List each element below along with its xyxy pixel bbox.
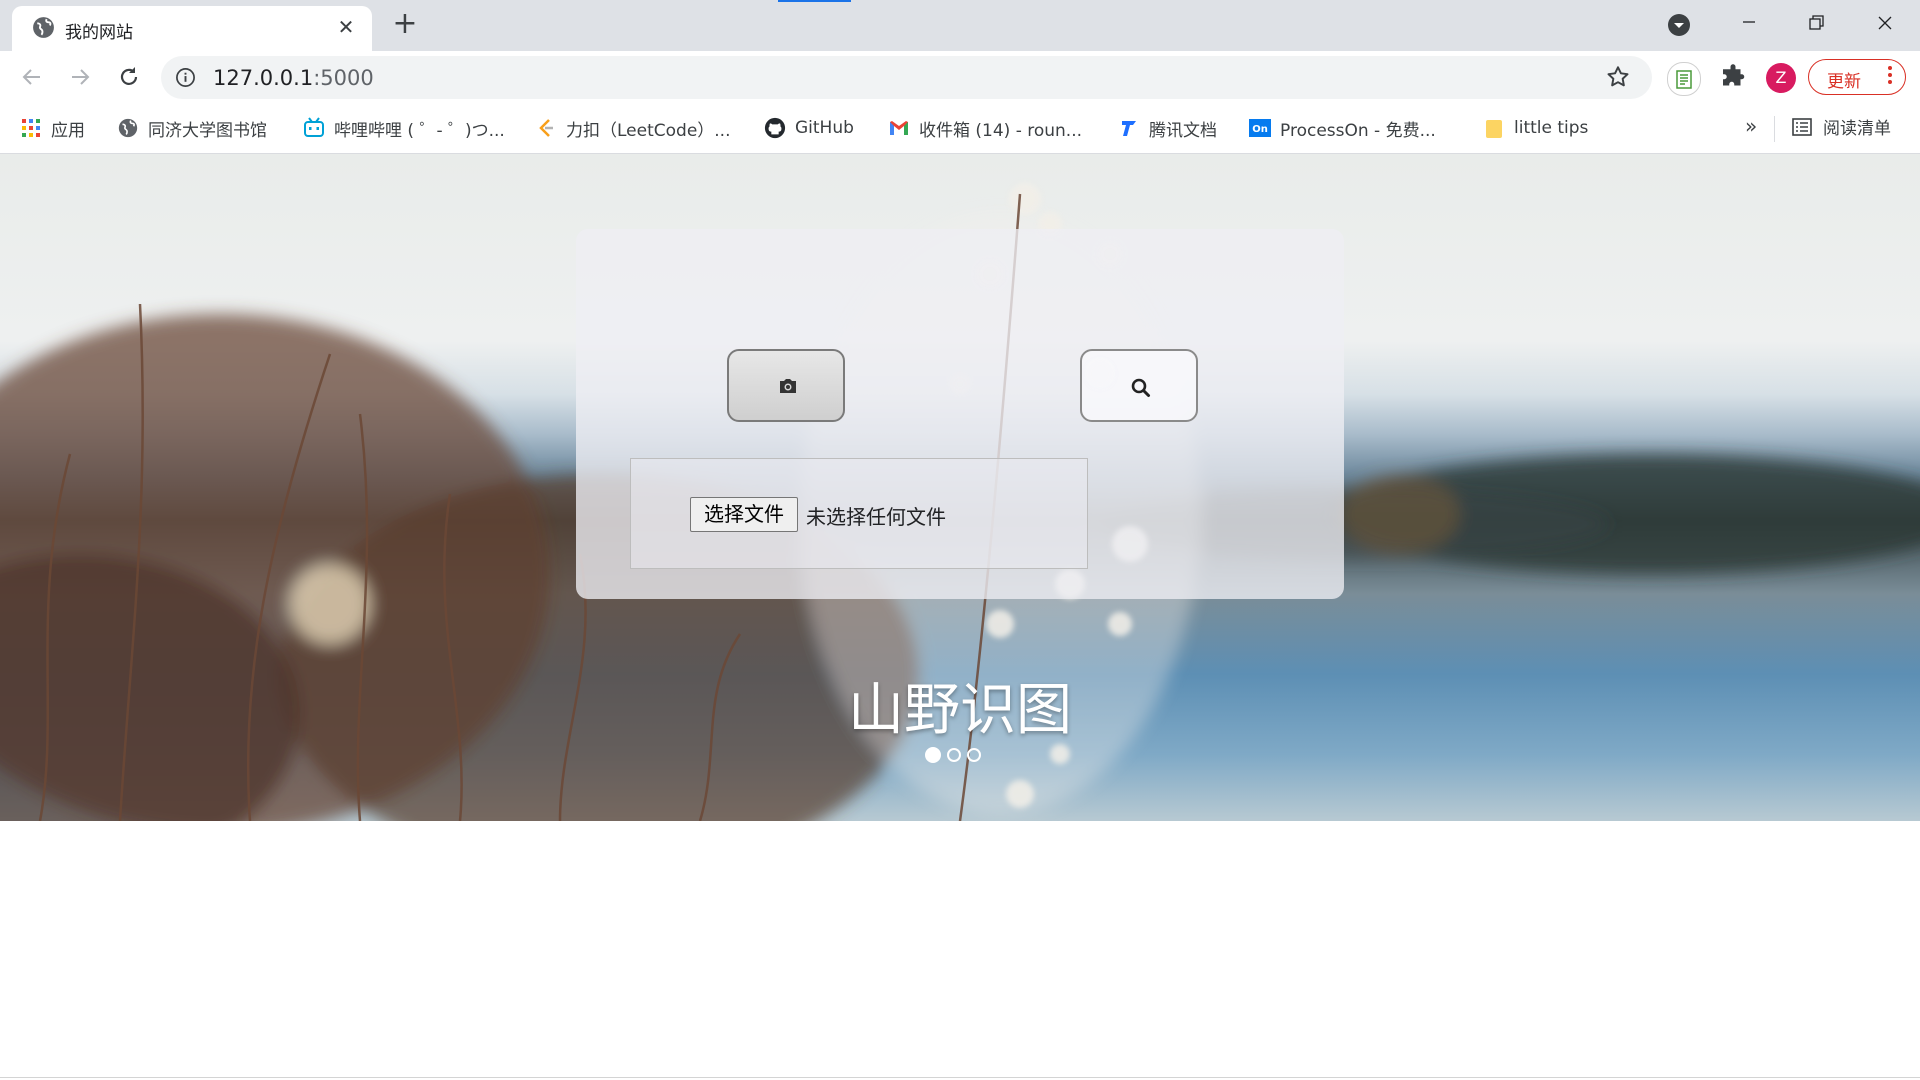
browser-toolbar: 127.0.0.1:5000 Z 更新 — [0, 51, 1920, 104]
bookmark-processon[interactable]: On ProcessOn - 免费... — [1249, 114, 1436, 142]
extensions-puzzle-icon[interactable] — [1718, 63, 1748, 93]
close-window-icon[interactable] — [1862, 8, 1908, 38]
github-icon — [764, 117, 786, 139]
address-bar[interactable]: 127.0.0.1:5000 — [161, 56, 1652, 99]
close-tab-icon[interactable]: ✕ — [333, 14, 359, 40]
apps-grid-icon — [22, 119, 40, 137]
restore-icon[interactable] — [1794, 8, 1840, 38]
globe-icon — [33, 17, 54, 38]
reload-icon[interactable] — [113, 61, 145, 93]
bookmark-gmail[interactable]: 收件箱 (14) - roun... — [888, 114, 1082, 142]
bookmark-tongji-library[interactable]: 同济大学图书馆 — [117, 114, 267, 142]
bookmark-label: 应用 — [51, 120, 85, 141]
bilibili-icon — [304, 117, 324, 137]
menu-dots-icon[interactable] — [1887, 64, 1893, 86]
new-tab-button[interactable]: + — [390, 9, 420, 40]
reading-list-icon — [1792, 117, 1812, 136]
file-status-text: 未选择任何文件 — [806, 505, 946, 529]
camera-icon — [780, 379, 796, 393]
tab-search-icon[interactable] — [1667, 13, 1691, 37]
upload-card: 选择文件 未选择任何文件 — [576, 229, 1344, 599]
svg-text:On: On — [1252, 124, 1268, 135]
processon-icon: On — [1249, 119, 1271, 137]
bookmarks-divider — [1774, 116, 1775, 142]
folder-icon — [1486, 120, 1502, 138]
minimize-icon[interactable] — [1726, 8, 1772, 38]
back-icon[interactable] — [16, 61, 48, 93]
browser-tab[interactable]: 我的网站 ✕ — [12, 6, 372, 51]
update-label: 更新 — [1827, 72, 1861, 92]
url-text[interactable]: 127.0.0.1:5000 — [213, 66, 374, 90]
carousel-dot-2[interactable] — [947, 748, 961, 762]
bookmark-label: little tips — [1514, 118, 1589, 138]
bookmark-github[interactable]: GitHub — [764, 114, 854, 142]
reading-list-button[interactable]: 阅读清单 — [1791, 114, 1891, 139]
bookmarks-bar: 应用 同济大学图书馆 哔哩哔哩 ( ゜- ゜)つ... 力扣（LeetCode）… — [0, 104, 1920, 154]
bookmark-label: ProcessOn - 免费... — [1280, 120, 1436, 141]
globe-icon — [118, 118, 138, 138]
search-button[interactable] — [1080, 349, 1198, 422]
reader-extension-icon[interactable] — [1667, 62, 1701, 96]
tab-title: 我的网站 — [65, 23, 133, 43]
bookmark-label: 收件箱 (14) - roun... — [919, 120, 1083, 141]
carousel-indicators — [925, 747, 981, 768]
bookmark-apps[interactable]: 应用 — [20, 114, 85, 142]
more-bookmarks-button[interactable]: » — [1745, 114, 1757, 138]
bookmark-bilibili[interactable]: 哔哩哔哩 ( ゜- ゜)つ... — [303, 114, 505, 142]
bookmark-label: 哔哩哔哩 ( ゜- ゜)つ... — [334, 120, 505, 141]
file-upload-area: 选择文件 未选择任何文件 — [630, 458, 1088, 569]
update-button[interactable]: 更新 — [1808, 59, 1906, 95]
carousel-dot-3[interactable] — [967, 748, 981, 762]
leetcode-icon — [539, 119, 553, 137]
bookmark-label: 腾讯文档 — [1149, 120, 1217, 141]
bookmark-tencent-docs[interactable]: 腾讯文档 — [1118, 114, 1217, 142]
tencent-docs-icon — [1122, 121, 1136, 136]
bookmark-star-icon[interactable] — [1605, 64, 1631, 90]
choose-file-button[interactable]: 选择文件 — [690, 497, 798, 532]
forward-icon[interactable] — [64, 61, 96, 93]
site-info-icon[interactable] — [175, 67, 196, 88]
profile-avatar[interactable]: Z — [1766, 63, 1796, 93]
document-icon — [1676, 70, 1692, 89]
carousel-dot-1[interactable] — [925, 747, 941, 763]
gmail-icon — [890, 121, 908, 135]
bookmark-little-tips[interactable]: little tips — [1483, 114, 1588, 142]
bookmark-leetcode[interactable]: 力扣（LeetCode）... — [535, 114, 731, 142]
bookmark-label: 同济大学图书馆 — [148, 120, 267, 141]
bookmark-label: 力扣（LeetCode）... — [566, 120, 731, 141]
url-host: 127.0.0.1 — [213, 66, 314, 90]
tab-indicator — [778, 0, 851, 2]
reading-list-label: 阅读清单 — [1823, 119, 1891, 139]
tab-strip: 我的网站 ✕ + — [0, 0, 1920, 51]
url-port: :5000 — [313, 66, 374, 90]
search-icon — [1131, 378, 1150, 397]
hero-carousel: 选择文件 未选择任何文件 山野识图 — [0, 154, 1920, 821]
site-title: 山野识图 — [848, 678, 1072, 743]
page-bottom-divider — [0, 1077, 1920, 1078]
camera-button[interactable] — [727, 349, 845, 422]
bookmark-label: GitHub — [795, 118, 854, 138]
